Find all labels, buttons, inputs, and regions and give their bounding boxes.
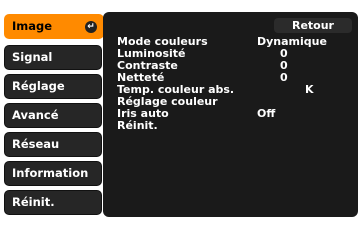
back-button[interactable]: Retour [274, 18, 352, 33]
settings-panel: Retour Mode couleurs Dynamique Luminosit… [103, 12, 358, 217]
tab-information-label: Information [12, 166, 89, 180]
tab-signal[interactable]: Signal [4, 45, 102, 70]
tab-reseau[interactable]: Réseau [4, 132, 102, 157]
menu-window: Image ↵ Signal Réglage Avancé Réseau Inf… [0, 0, 362, 221]
tab-information[interactable]: Information [4, 161, 102, 186]
setting-value: K [305, 83, 314, 96]
tab-avance[interactable]: Avancé [4, 103, 102, 128]
tab-image-label: Image [12, 19, 53, 33]
setting-label: Réinit. [117, 119, 158, 132]
setting-value: 0 [280, 71, 288, 84]
setting-row-reinit[interactable]: Réinit. [117, 120, 355, 132]
tab-reseau-label: Réseau [12, 137, 60, 151]
tab-reinit[interactable]: Réinit. [4, 190, 102, 215]
tab-image[interactable]: Image ↵ [4, 14, 104, 39]
tab-reinit-label: Réinit. [12, 195, 55, 209]
tab-avance-label: Avancé [12, 108, 59, 122]
tab-reglage[interactable]: Réglage [4, 74, 102, 99]
tab-reglage-label: Réglage [12, 79, 65, 93]
enter-icon: ↵ [85, 21, 97, 33]
setting-value: Off [257, 107, 276, 120]
tab-signal-label: Signal [12, 50, 53, 64]
sidebar: Image ↵ Signal Réglage Avancé Réseau Inf… [4, 14, 104, 216]
setting-value: Dynamique [257, 35, 327, 48]
